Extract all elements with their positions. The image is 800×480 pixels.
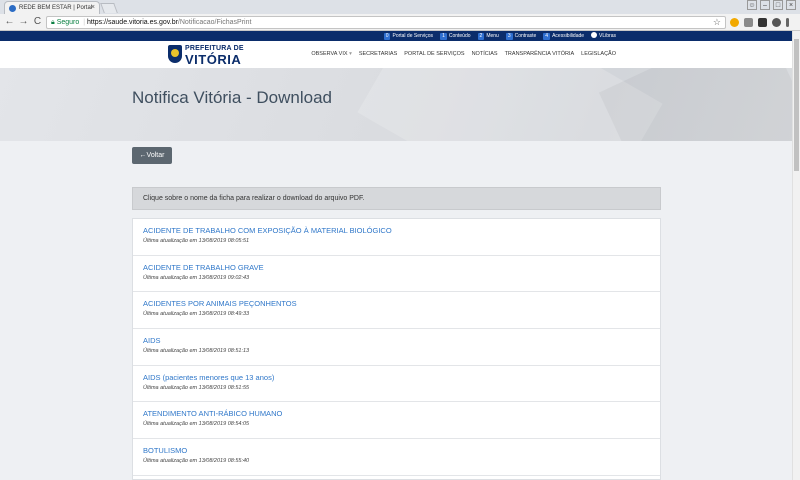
lock-icon: 🔒︎ — [51, 19, 55, 26]
ficha-link[interactable]: AIDS (pacientes menores que 13 anos) — [143, 373, 650, 382]
site-favicon-icon — [9, 5, 16, 12]
a11y-item-portal[interactable]: 0 Portal de Serviços — [383, 31, 433, 41]
extension-download-icon[interactable] — [744, 18, 753, 27]
ficha-link[interactable]: BOTULISMO — [143, 446, 650, 455]
list-item: ACIDENTE DE TRABALHO GRAVE Última atuali… — [133, 256, 660, 293]
tab-title: REDE BEM ESTAR | Portal — [19, 5, 93, 11]
browser-menu-icon[interactable] — [786, 18, 789, 27]
ficha-updated: Última atualização em 13/08/2019 08:51:1… — [143, 348, 250, 355]
page-scrollbar[interactable] — [792, 31, 800, 480]
extension-gear-icon[interactable] — [772, 18, 781, 27]
page-title: Notifica Vitória - Download — [132, 88, 332, 107]
list-item: ATENDIMENTO ANTI-RÁBICO HUMANO Última at… — [133, 402, 660, 440]
back-nav-icon[interactable]: ← — [3, 15, 16, 29]
url-path: /Notificacao/FichasPrint — [177, 19, 252, 26]
nav-transparencia[interactable]: TRANSPARÊNCIA VITÓRIA — [505, 51, 575, 57]
list-item: AIDS Última atualização em 13/08/2019 08… — [133, 329, 660, 366]
vlibras-hand-icon — [591, 32, 598, 38]
vlibras-link[interactable]: VLibras — [591, 31, 616, 41]
window-controls: ☺ – □ × — [747, 0, 796, 10]
maximize-icon[interactable]: □ — [773, 0, 783, 10]
browser-tab[interactable]: REDE BEM ESTAR | Portal × — [4, 1, 100, 14]
browser-tabstrip: REDE BEM ESTAR | Portal × ☺ – □ × — [0, 0, 800, 14]
forward-nav-icon[interactable]: → — [17, 15, 30, 29]
main-nav: OBSERVA VIX ▾ SECRETARIAS PORTAL DE SERV… — [311, 51, 616, 57]
city-crest-icon — [168, 45, 182, 63]
a11y-item-menu[interactable]: 2 Menu — [477, 31, 499, 41]
ficha-link[interactable]: ACIDENTE DE TRABALHO COM EXPOSIÇÃO À MAT… — [143, 226, 650, 235]
browser-toolbar: ← → C 🔒︎ Seguro | https://saude.vitoria.… — [0, 14, 800, 31]
scroll-thumb[interactable] — [794, 39, 799, 171]
nav-legislacao[interactable]: LEGISLAÇÃO — [581, 51, 616, 57]
minimize-icon[interactable]: – — [760, 0, 770, 10]
nav-observa-vix[interactable]: OBSERVA VIX ▾ — [311, 51, 351, 57]
ficha-updated: Última atualização em 13/08/2019 08:49:3… — [143, 311, 250, 318]
nav-noticias[interactable]: NOTÍCIAS — [472, 51, 498, 57]
bookmark-star-icon[interactable]: ☆ — [713, 17, 721, 28]
ficha-updated: Última atualização em 13/08/2019 08:51:5… — [143, 384, 250, 391]
list-item: ACIDENTE DE TRABALHO COM EXPOSIÇÃO À MAT… — [133, 219, 660, 256]
site-header: PREFEITURA DE VITÓRIA OBSERVA VIX ▾ SECR… — [0, 41, 800, 68]
nav-secretarias[interactable]: SECRETARIAS — [359, 51, 397, 57]
a11y-item-conteudo[interactable]: 1 Conteúdo — [440, 31, 471, 41]
back-button[interactable]: ←Voltar — [132, 147, 172, 164]
nav-portal-servicos[interactable]: PORTAL DE SERVIÇOS — [404, 51, 464, 57]
ficha-link[interactable]: ATENDIMENTO ANTI-RÁBICO HUMANO — [143, 409, 650, 418]
tab-close-icon[interactable]: × — [91, 2, 95, 14]
ficha-link[interactable]: ACIDENTE DE TRABALHO GRAVE — [143, 263, 650, 272]
new-tab-button[interactable] — [100, 3, 118, 13]
ficha-updated: Última atualização em 13/08/2019 08:55:4… — [143, 458, 250, 465]
ficha-updated: Última atualização em 13/08/2019 08:05:5… — [143, 238, 250, 244]
list-item: AIDS (pacientes menores que 13 anos) Últ… — [133, 366, 660, 403]
arrow-left-icon: ← — [139, 152, 147, 159]
chevron-down-icon: ▾ — [349, 51, 352, 57]
list-item: BOTULISMO Última atualização em 13/08/20… — [133, 439, 660, 476]
secure-label: Seguro — [56, 19, 80, 26]
a11y-item-acessibilidade[interactable]: 4 Acessibilidade — [543, 31, 584, 41]
reload-icon[interactable]: C — [31, 15, 44, 29]
close-window-icon[interactable]: × — [786, 0, 796, 10]
fichas-list: ACIDENTE DE TRABALHO COM EXPOSIÇÃO À MAT… — [132, 218, 661, 480]
extension-box-icon[interactable] — [758, 18, 767, 27]
list-item: ACIDENTES POR ANIMAIS PEÇONHENTOS Última… — [133, 292, 660, 330]
accessibility-bar: 0 Portal de Serviços 1 Conteúdo 2 Menu 3 Con… — [0, 31, 800, 41]
a11y-item-contraste[interactable]: 3 Contraste — [505, 31, 536, 41]
ficha-link[interactable]: AIDS — [143, 336, 650, 345]
extension-smiley-icon[interactable] — [730, 18, 739, 27]
address-bar[interactable]: 🔒︎ Seguro | https://saude.vitoria.es.gov… — [46, 16, 726, 29]
user-icon[interactable]: ☺ — [747, 0, 757, 10]
ficha-updated: Última atualização em 13/08/2019 08:54:0… — [143, 421, 250, 428]
prefeitura-logo[interactable]: PREFEITURA DE VITÓRIA — [168, 43, 244, 67]
ficha-link[interactable]: ACIDENTES POR ANIMAIS PEÇONHENTOS — [143, 299, 650, 308]
page-hero: Notifica Vitória - Download — [0, 68, 800, 141]
instruction-notice: Clique sobre o nome da ficha para realiz… — [132, 187, 661, 210]
url-host: https://saude.vitoria.es.gov.br — [87, 19, 178, 26]
ficha-updated: Última atualização em 13/08/2019 09:02:4… — [143, 274, 250, 281]
